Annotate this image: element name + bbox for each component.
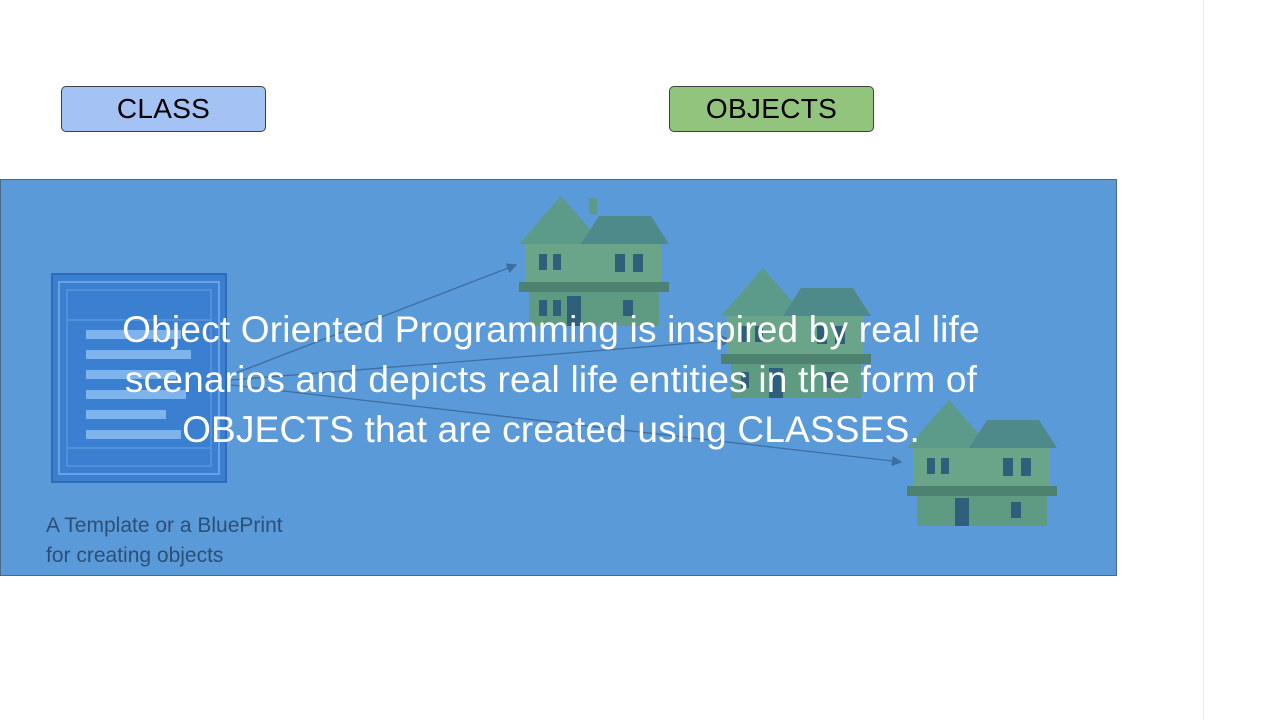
- objects-label: OBJECTS: [705, 93, 838, 124]
- class-label-box: CLASS: [61, 86, 266, 132]
- subtitle-line: OBJECTS that are created using CLASSES.: [182, 409, 920, 450]
- objects-label-box: OBJECTS: [669, 86, 874, 132]
- subtitle-banner: A Template or a BluePrint for creating o…: [0, 179, 1117, 576]
- caption-line: for creating objects: [46, 544, 224, 567]
- subtitle-line: Object Oriented Programming is inspired …: [122, 309, 980, 350]
- caption-line: A Template or a BluePrint: [46, 514, 283, 537]
- slide-edge-divider: [1203, 0, 1204, 720]
- subtitle-line: scenarios and depicts real life entities…: [124, 359, 978, 400]
- class-label: CLASS: [116, 93, 211, 124]
- subtitle-text: Object Oriented Programming is inspired …: [1, 305, 1101, 455]
- class-caption: A Template or a BluePrint for creating o…: [46, 511, 386, 571]
